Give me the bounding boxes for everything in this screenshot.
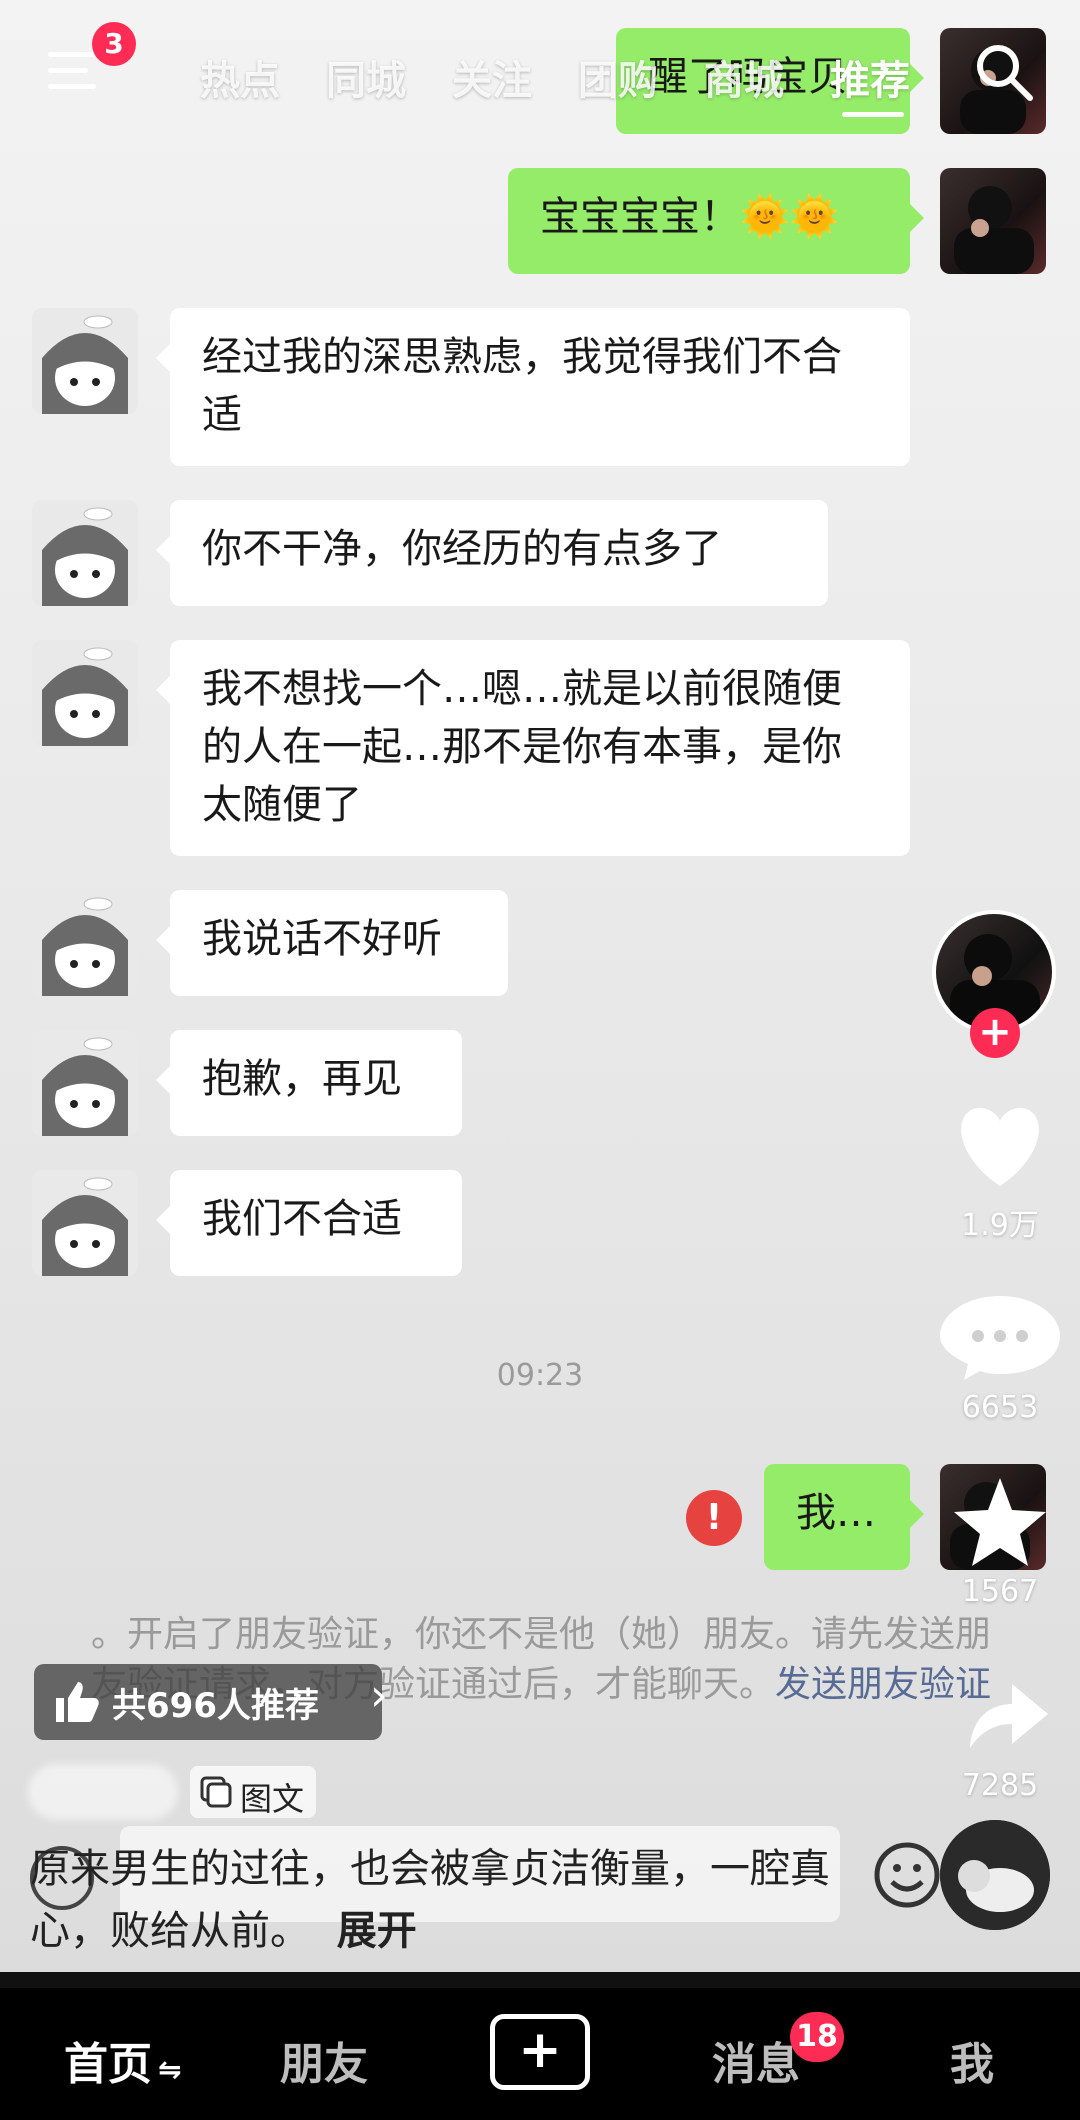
caption-text: 原来男生的过往，也会被拿贞洁衡量，一腔真心，败给从前。	[30, 1846, 830, 1954]
tab-following[interactable]: 关注	[452, 48, 532, 106]
nav-home[interactable]: 首页 ⇋	[64, 2028, 181, 2092]
receiver-avatar	[32, 1170, 138, 1276]
chat-bubble-incoming: 你不干净，你经历的有点多了	[156, 500, 828, 606]
menu-badge: 3	[92, 22, 136, 66]
like-button[interactable]: 1.9万	[930, 1100, 1070, 1243]
person-photo-icon	[954, 186, 1034, 274]
message-text: 你不干净，你经历的有点多了	[202, 526, 722, 572]
comment-button[interactable]: 6653	[930, 1290, 1070, 1425]
search-icon[interactable]	[972, 40, 1036, 104]
menu-icon[interactable]	[48, 52, 96, 92]
top-navigation: 3 热点 同城 关注 团购 商城 推荐	[0, 0, 1080, 150]
star-icon	[954, 1478, 1046, 1566]
receiver-avatar	[32, 640, 138, 746]
favorite-button[interactable]: 1567	[930, 1474, 1070, 1609]
share-arrow-icon	[970, 1684, 1048, 1748]
anime-girl-avatar-icon	[42, 647, 128, 746]
thumbs-up-icon	[56, 1682, 99, 1722]
message-text: 抱歉，再见	[202, 1056, 402, 1102]
music-disc[interactable]	[940, 1820, 1050, 1930]
anime-girl-avatar-icon	[42, 1177, 128, 1276]
chevron-right-icon: ›	[370, 1670, 388, 1721]
chat-bubble-outgoing: 我…	[764, 1464, 924, 1570]
chat-bubble-incoming: 我不想找一个…嗯…就是以前很随便的人在一起…那不是你有本事，是你太随便了	[156, 640, 910, 856]
receiver-avatar	[32, 308, 138, 414]
emoji-icon[interactable]	[872, 1840, 942, 1910]
post-caption[interactable]: 原来男生的过往，也会被拿贞洁衡量，一腔真心，败给从前。 展开	[30, 1838, 870, 1962]
nav-home-label: 首页	[64, 2039, 152, 2090]
comment-count: 6653	[961, 1390, 1039, 1425]
nav-friends[interactable]: 朋友	[280, 2028, 368, 2092]
share-button[interactable]: 7285	[930, 1668, 1070, 1803]
post-type-label: 图文	[240, 1780, 305, 1818]
chat-bubble-outgoing: 宝宝宝宝！🌞🌞	[508, 168, 924, 274]
expand-link[interactable]: 展开	[337, 1908, 417, 1954]
error-mark: !	[705, 1497, 723, 1538]
tab-nearby[interactable]: 同城	[326, 48, 406, 106]
recommend-label: 共696人推荐	[112, 1686, 319, 1726]
follow-plus: +	[978, 1009, 1012, 1055]
receiver-avatar	[32, 500, 138, 606]
sender-avatar	[940, 168, 1046, 274]
heart-icon	[961, 1108, 1039, 1186]
tab-recommend[interactable]: 推荐	[830, 48, 910, 106]
plus-icon: +	[518, 2020, 562, 2080]
tab-hot[interactable]: 热点	[200, 48, 280, 106]
create-button[interactable]: +	[490, 2014, 590, 2090]
receiver-avatar	[32, 1030, 138, 1136]
favorite-count: 1567	[961, 1574, 1039, 1609]
active-tab-indicator	[842, 112, 904, 117]
chat-timestamp: 09:23	[496, 1358, 584, 1393]
message-text: 经过我的深思熟虑，我觉得我们不合适	[202, 334, 842, 438]
messages-badge: 18	[790, 2012, 844, 2062]
message-text: 我不想找一个…嗯…就是以前很随便的人在一起…那不是你有本事，是你太随便了	[202, 666, 842, 828]
anime-girl-avatar-icon	[42, 507, 128, 606]
post-type-tag: 图文	[190, 1766, 316, 1818]
chat-bubble-incoming: 我们不合适	[156, 1170, 462, 1276]
receiver-avatar	[32, 890, 138, 996]
like-count: 1.9万	[961, 1208, 1039, 1243]
chat-bubble-incoming: 抱歉，再见	[156, 1030, 462, 1136]
cat-photo-icon	[940, 1820, 1050, 1930]
message-text: 我…	[796, 1490, 876, 1536]
follow-button[interactable]: +	[970, 1008, 1020, 1058]
author-name-blurred[interactable]	[28, 1764, 178, 1820]
message-text: 宝宝宝宝！🌞🌞	[540, 194, 840, 240]
bottom-divider	[0, 1972, 1080, 1988]
comment-icon	[940, 1296, 1060, 1380]
anime-girl-avatar-icon	[42, 1037, 128, 1136]
message-text: 我说话不好听	[202, 916, 442, 962]
recommend-pill[interactable]: 共696人推荐 ›	[34, 1664, 388, 1740]
message-text: 我们不合适	[202, 1196, 402, 1242]
tab-group-buy[interactable]: 团购	[578, 48, 658, 106]
send-failed-icon[interactable]: !	[686, 1490, 742, 1546]
nav-messages[interactable]: 消息	[712, 2028, 800, 2092]
tab-mall[interactable]: 商城	[704, 48, 784, 106]
chat-bubble-incoming: 经过我的深思熟虑，我觉得我们不合适	[156, 308, 910, 466]
refresh-swap-icon: ⇋	[158, 2053, 182, 2086]
chat-bubble-incoming: 我说话不好听	[156, 890, 508, 996]
anime-girl-avatar-icon	[42, 315, 128, 414]
image-text-icon	[200, 1776, 232, 1808]
anime-girl-avatar-icon	[42, 897, 128, 996]
nav-me[interactable]: 我	[950, 2028, 994, 2092]
share-count: 7285	[961, 1768, 1039, 1803]
